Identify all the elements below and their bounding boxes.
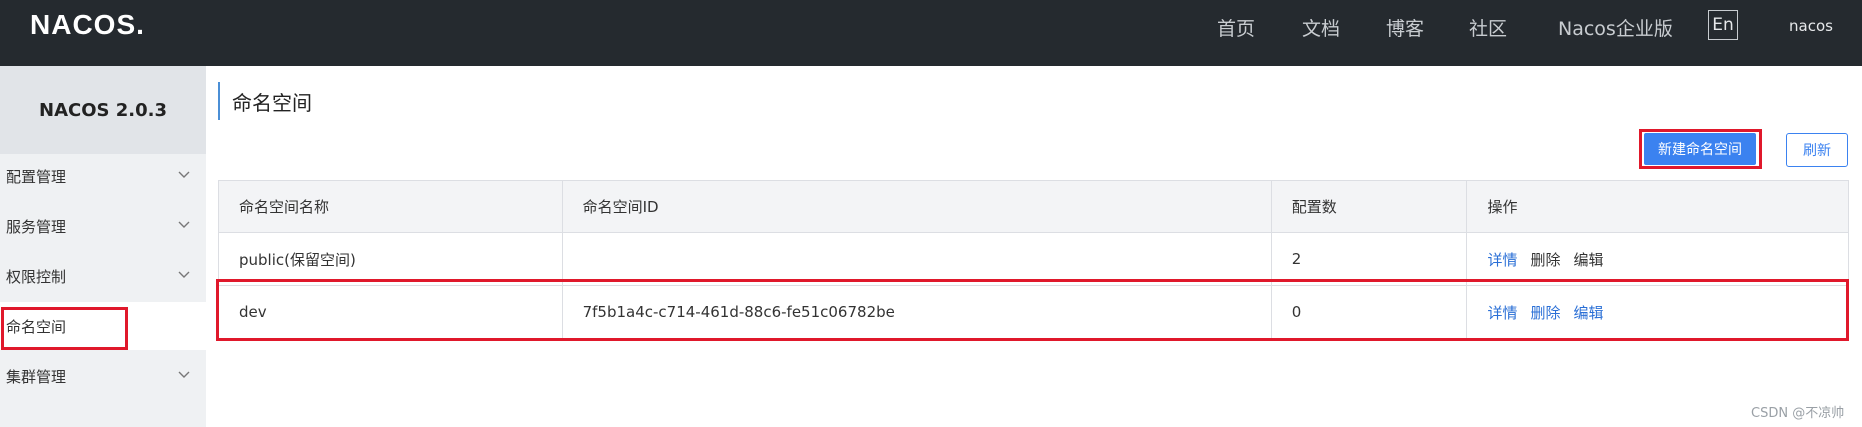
header-actions: 操作 xyxy=(1487,198,1518,216)
sidebar-item-config[interactable]: 配置管理 xyxy=(0,152,206,200)
sidebar-item-label: 配置管理 xyxy=(6,167,67,186)
sidebar-item-cluster[interactable]: 集群管理 xyxy=(0,352,206,400)
sidebar: NACOS 2.0.3 配置管理 服务管理 权限控制 命名空间 集群管理 xyxy=(0,66,206,427)
row-actions: 详情 删除 编辑 xyxy=(1467,233,1848,285)
create-namespace-button[interactable]: 新建命名空间 xyxy=(1644,133,1756,165)
nav-docs[interactable]: 文档 xyxy=(1302,14,1340,41)
namespace-name: public(保留空间) xyxy=(219,233,563,285)
sidebar-item-auth[interactable]: 权限控制 xyxy=(0,252,206,300)
table-header: 命名空间名称 命名空间ID 配置数 操作 xyxy=(219,181,1848,233)
config-count: 2 xyxy=(1272,233,1468,285)
header-count: 配置数 xyxy=(1272,181,1468,232)
namespace-id xyxy=(563,233,1272,285)
watermark: CSDN @不凉帅 xyxy=(1751,406,1845,421)
details-link[interactable]: 详情 xyxy=(1487,249,1517,270)
language-toggle-button[interactable]: En xyxy=(1708,10,1738,40)
highlight-box-dev-row xyxy=(216,279,1849,341)
chevron-down-icon xyxy=(178,271,190,278)
nav-community[interactable]: 社区 xyxy=(1469,14,1507,41)
header-name: 命名空间名称 xyxy=(219,181,563,232)
nav-enterprise[interactable]: Nacos企业版 xyxy=(1558,14,1673,41)
refresh-button[interactable]: 刷新 xyxy=(1786,133,1848,167)
nacos-logo[interactable]: NACOS. xyxy=(30,8,145,42)
chevron-down-icon xyxy=(178,371,190,378)
user-menu[interactable]: nacos xyxy=(1789,17,1833,35)
page-title: 命名空间 xyxy=(218,82,312,120)
delete-link[interactable]: 删除 xyxy=(1530,249,1560,270)
highlight-box-namespace-menu xyxy=(1,307,128,350)
header-id: 命名空间ID xyxy=(563,181,1272,232)
nav-home[interactable]: 首页 xyxy=(1217,14,1255,41)
chevron-down-icon xyxy=(178,171,190,178)
sidebar-item-label: 集群管理 xyxy=(6,367,67,386)
top-navbar: NACOS. 首页 文档 博客 社区 Nacos企业版 En nacos xyxy=(0,0,1862,66)
sidebar-item-label: 权限控制 xyxy=(6,267,67,286)
nav-blog[interactable]: 博客 xyxy=(1386,14,1424,41)
chevron-down-icon xyxy=(178,221,190,228)
sidebar-version-title: NACOS 2.0.3 xyxy=(0,66,206,154)
edit-link[interactable]: 编辑 xyxy=(1574,249,1604,270)
sidebar-item-label: 服务管理 xyxy=(6,217,67,236)
sidebar-item-service[interactable]: 服务管理 xyxy=(0,202,206,250)
